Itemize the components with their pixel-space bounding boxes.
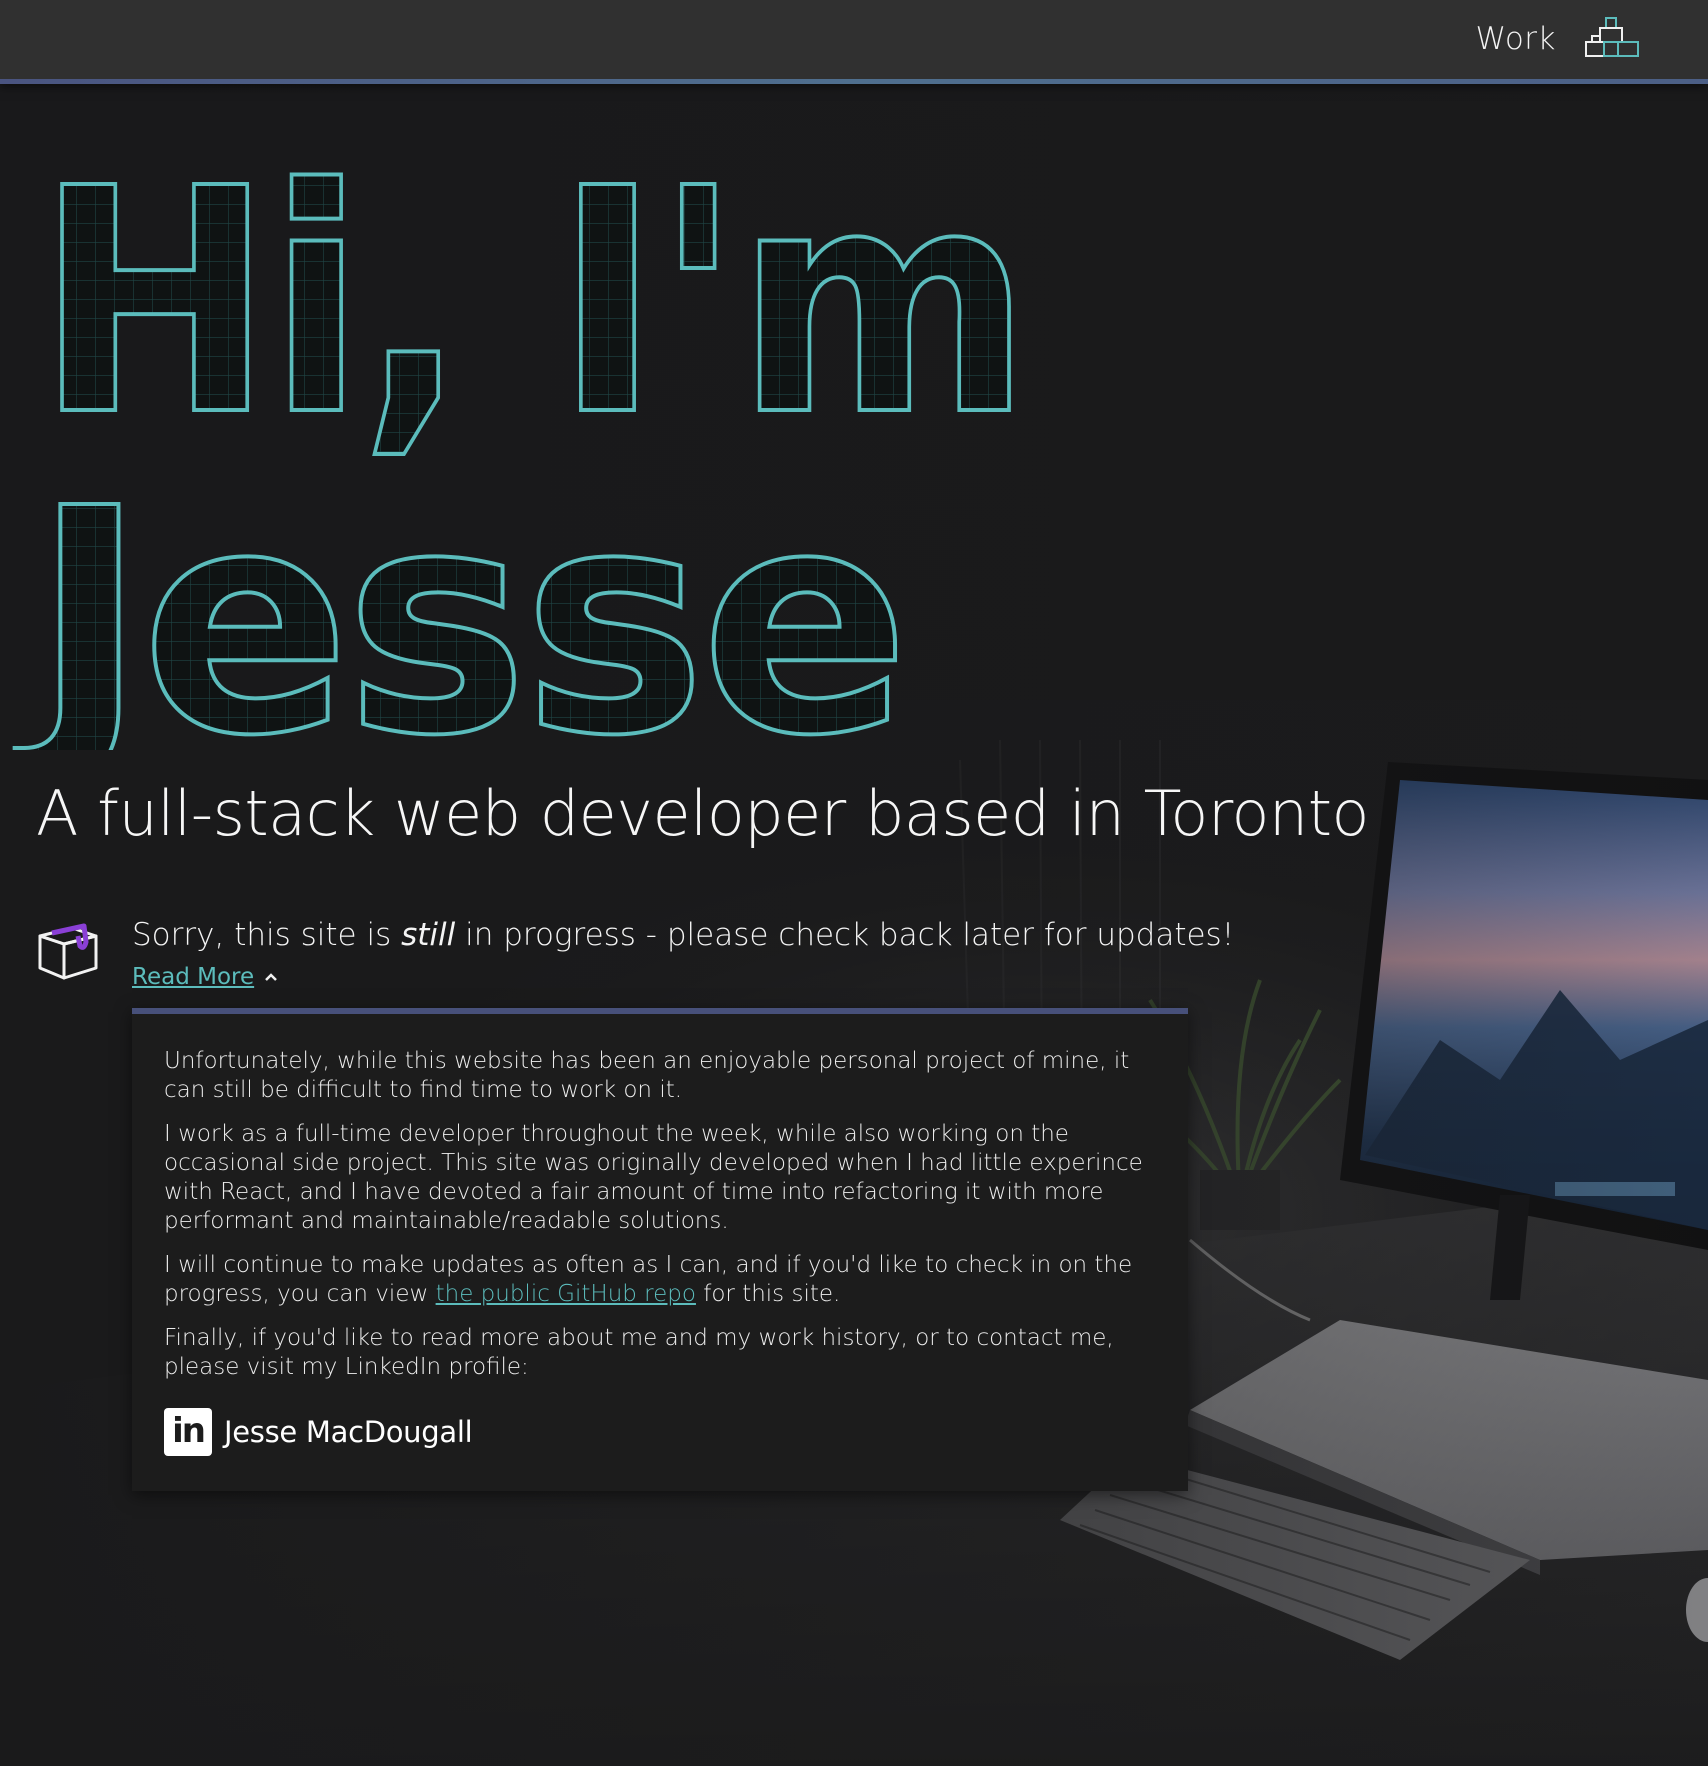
notice-message: Sorry, this site is still in progress - … [132, 917, 1234, 953]
package-box-icon [38, 923, 98, 980]
linkedin-name: Jesse MacDougall [224, 1415, 473, 1449]
read-more-toggle[interactable]: Read More [132, 964, 278, 990]
hero-heading: Hi, I'm Jesse [11, 121, 1034, 750]
linkedin-icon: in [164, 1408, 212, 1456]
chevron-up-icon [265, 973, 278, 981]
top-navbar: Work [0, 0, 1708, 84]
panel-p3-after: for this site. [695, 1281, 841, 1307]
navbar-accent-line [0, 79, 1708, 84]
notice-text-before: Sorry, this site is [132, 917, 402, 953]
hero-line-1: Hi, I'm [36, 123, 1026, 484]
read-more-panel: Unfortunately, while this website has be… [132, 1008, 1188, 1491]
read-more-label: Read More [132, 964, 255, 990]
linkedin-profile-link[interactable]: in Jesse MacDougall [164, 1408, 1156, 1456]
notice-text-emphasis: still [401, 917, 456, 953]
hero-subtitle: A full-stack web developer based in Toro… [36, 777, 1369, 850]
hero-line-2: Jesse [13, 443, 904, 750]
panel-paragraph-4: Finally, if you'd like to read more abou… [164, 1325, 1114, 1380]
panel-paragraph-3: I will continue to make updates as often… [164, 1251, 1156, 1309]
github-repo-link[interactable]: the public GitHub repo [436, 1281, 696, 1307]
stacked-blocks-logo-icon[interactable] [1584, 14, 1640, 60]
panel-paragraph-1: Unfortunately, while this website has be… [164, 1048, 1130, 1103]
panel-paragraph-2: I work as a full-time developer througho… [164, 1121, 1143, 1234]
nav-link-work[interactable]: Work [1476, 21, 1557, 57]
notice-text-after: in progress - please check back later fo… [455, 917, 1235, 953]
page: Work Hi, I'm Jesse A full-stack web deve… [0, 0, 1708, 1766]
